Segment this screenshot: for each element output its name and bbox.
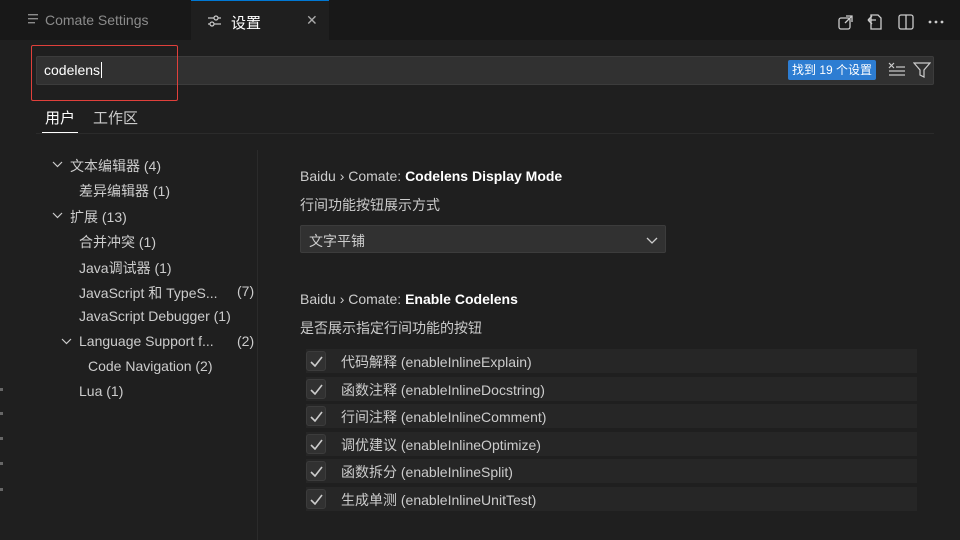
highlight-box: [31, 45, 178, 101]
setting-name: Codelens Display Mode: [405, 168, 563, 184]
chevron-down-icon[interactable]: [52, 161, 63, 168]
checkbox-label: 代码解释 (enableInlineExplain): [341, 354, 532, 370]
close-icon[interactable]: ✕: [306, 12, 318, 29]
split-editor-icon[interactable]: [897, 13, 915, 31]
tab-label: 用户: [45, 110, 76, 127]
list-icon: [28, 14, 38, 24]
edge-marker: [0, 437, 3, 440]
filter-icon[interactable]: [913, 62, 931, 79]
checkbox-enable-inline-unit-test[interactable]: [306, 489, 326, 509]
checkbox-enable-inline-optimize[interactable]: [306, 434, 326, 454]
toc-item-text-editor[interactable]: 文本编辑器 (4): [70, 156, 161, 176]
check-icon: [310, 439, 323, 450]
toc-item-javascript-typescript[interactable]: JavaScript 和 TypeS...: [79, 283, 218, 303]
check-icon: [310, 411, 323, 422]
setting-name: Enable Codelens: [405, 291, 518, 307]
toc-item-language-support[interactable]: Language Support f...: [79, 333, 214, 349]
checkbox-row[interactable]: 行间注释 (enableInlineComment): [306, 404, 917, 428]
setting-title-enable-codelens: Baidu › Comate: Enable Codelens: [300, 291, 518, 307]
checkbox-row[interactable]: 函数拆分 (enableInlineSplit): [306, 459, 917, 483]
open-settings-json-icon[interactable]: [837, 13, 855, 31]
editor-tab-bar: Comate Settings 设置 ✕: [0, 0, 960, 40]
setting-title-codelens-display-mode: Baidu › Comate: Codelens Display Mode: [300, 168, 562, 184]
chevron-down-icon[interactable]: [52, 212, 63, 219]
select-value: 文字平铺: [309, 233, 365, 249]
checkbox-row[interactable]: 调优建议 (enableInlineOptimize): [306, 432, 917, 456]
settings-sliders-icon: [208, 15, 221, 27]
tab-settings[interactable]: 设置 ✕: [191, 0, 329, 40]
tab-comate-settings[interactable]: Comate Settings: [6, 0, 190, 40]
toc-item-diff-editor[interactable]: 差异编辑器 (1): [79, 181, 170, 201]
checkbox-label: 生成单测 (enableInlineUnitTest): [341, 492, 537, 508]
display-mode-select[interactable]: 文字平铺: [300, 225, 666, 253]
check-icon: [310, 384, 323, 395]
tab-label: 工作区: [93, 110, 139, 127]
checkbox-enable-inline-split[interactable]: [306, 461, 326, 481]
toc-item-count: (2): [237, 333, 255, 349]
setting-description: 行间功能按钮展示方式: [300, 197, 440, 213]
checkbox-enable-inline-docstring[interactable]: [306, 379, 326, 399]
check-icon: [310, 494, 323, 505]
more-actions-icon[interactable]: [927, 13, 945, 31]
toc-item-extensions[interactable]: 扩展 (13): [70, 207, 127, 227]
tab-label: Comate Settings: [45, 12, 149, 28]
checkbox-label: 函数拆分 (enableInlineSplit): [341, 464, 513, 480]
toc-item-lua[interactable]: Lua (1): [79, 383, 123, 399]
toc-item-java-debugger[interactable]: Java调试器 (1): [79, 258, 172, 278]
checkbox-row[interactable]: 代码解释 (enableInlineExplain): [306, 349, 917, 373]
tab-workspace-scope[interactable]: 工作区: [93, 107, 138, 128]
checkbox-label: 函数注释 (enableInlineDocstring): [341, 382, 545, 398]
checkbox-label: 调优建议 (enableInlineOptimize): [341, 437, 541, 453]
edge-marker: [0, 462, 3, 465]
tab-user-scope[interactable]: 用户: [42, 107, 79, 133]
check-icon: [310, 356, 323, 367]
edge-marker: [0, 488, 3, 491]
toc-item-merge-conflict[interactable]: 合并冲突 (1): [79, 232, 156, 252]
open-previous-editor-icon[interactable]: [866, 13, 884, 31]
setting-prefix: Baidu › Comate:: [300, 291, 406, 307]
tab-label: 设置: [231, 15, 262, 32]
results-count-badge: 找到 19 个设置: [788, 60, 877, 80]
chevron-down-icon: [646, 237, 658, 244]
clear-filter-icon[interactable]: [888, 62, 906, 78]
toc-item-javascript-debugger[interactable]: JavaScript Debugger (1): [79, 308, 231, 324]
toc-divider: [257, 150, 258, 540]
setting-description: 是否展示指定行间功能的按钮: [300, 320, 482, 336]
edge-marker: [0, 388, 3, 391]
toc-item-code-navigation[interactable]: Code Navigation (2): [88, 358, 213, 374]
checkbox-enable-inline-explain[interactable]: [306, 351, 326, 371]
checkbox-enable-inline-comment[interactable]: [306, 406, 326, 426]
chevron-down-icon[interactable]: [61, 338, 72, 345]
checkbox-row[interactable]: 生成单测 (enableInlineUnitTest): [306, 487, 917, 511]
divider: [36, 133, 934, 134]
edge-marker: [0, 412, 3, 415]
setting-prefix: Baidu › Comate:: [300, 168, 406, 184]
check-icon: [310, 466, 323, 477]
checkbox-row[interactable]: 函数注释 (enableInlineDocstring): [306, 377, 917, 401]
toc-item-count: (7): [237, 283, 255, 299]
checkbox-label: 行间注释 (enableInlineComment): [341, 409, 547, 425]
